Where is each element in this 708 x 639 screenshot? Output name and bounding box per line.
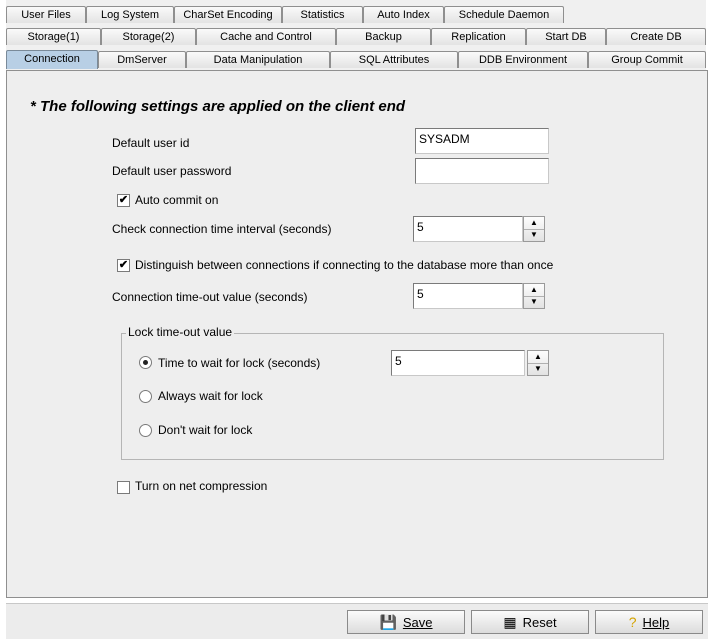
tab-cache-and-control[interactable]: Cache and Control bbox=[196, 28, 336, 45]
tab-backup[interactable]: Backup bbox=[336, 28, 431, 45]
tab-group-commit[interactable]: Group Commit bbox=[588, 51, 706, 68]
reset-button-label: Reset bbox=[522, 614, 557, 630]
lock-wait-spinner[interactable]: ▲ ▼ bbox=[527, 350, 549, 376]
default-user-id-field[interactable]: SYSADM bbox=[415, 128, 549, 154]
default-user-password-field[interactable] bbox=[415, 158, 549, 184]
spinner-down-icon[interactable]: ▼ bbox=[524, 296, 544, 308]
save-button-label: Save bbox=[402, 614, 433, 630]
tab-ddb-environment[interactable]: DDB Environment bbox=[458, 51, 588, 68]
distinguish-connections-checkbox[interactable]: ✔ bbox=[117, 259, 130, 272]
tab-storage-2[interactable]: Storage(2) bbox=[101, 28, 196, 45]
lock-dont-wait-label: Don't wait for lock bbox=[158, 423, 253, 437]
default-user-id-label: Default user id bbox=[112, 136, 190, 150]
check-interval-field[interactable]: 5 bbox=[413, 216, 523, 242]
help-button-label: Help bbox=[642, 614, 670, 630]
tab-connection[interactable]: Connection bbox=[6, 50, 98, 69]
tab-start-db[interactable]: Start DB bbox=[526, 28, 606, 45]
lock-wait-field[interactable]: 5 bbox=[391, 350, 525, 376]
check-interval-spinner[interactable]: ▲ ▼ bbox=[523, 216, 545, 242]
default-user-password-label: Default user password bbox=[112, 164, 232, 178]
tab-charset-encoding[interactable]: CharSet Encoding bbox=[174, 6, 282, 23]
reset-button[interactable]: ▦ Reset bbox=[471, 610, 589, 634]
tab-data-manipulation[interactable]: Data Manipulation bbox=[186, 51, 330, 68]
net-compression-label: Turn on net compression bbox=[135, 479, 268, 493]
connection-timeout-field[interactable]: 5 bbox=[413, 283, 523, 309]
spinner-down-icon[interactable]: ▼ bbox=[528, 363, 548, 375]
connection-timeout-label: Connection time-out value (seconds) bbox=[112, 290, 308, 304]
tab-statistics[interactable]: Statistics bbox=[282, 6, 363, 23]
lock-always-wait-radio[interactable] bbox=[139, 390, 152, 403]
tab-dmserver[interactable]: DmServer bbox=[98, 51, 186, 68]
tab-user-files[interactable]: User Files bbox=[6, 6, 86, 23]
tab-auto-index[interactable]: Auto Index bbox=[363, 6, 444, 23]
save-button[interactable]: 💾 Save bbox=[347, 610, 465, 634]
lock-wait-radio[interactable] bbox=[139, 356, 152, 369]
panel-heading: * The following settings are applied on … bbox=[30, 98, 406, 115]
reset-icon: ▦ bbox=[503, 613, 517, 630]
spinner-down-icon[interactable]: ▼ bbox=[524, 229, 544, 241]
auto-commit-label: Auto commit on bbox=[135, 193, 219, 207]
help-button[interactable]: ? Help bbox=[595, 610, 703, 634]
lock-always-wait-label: Always wait for lock bbox=[158, 389, 263, 403]
tab-replication[interactable]: Replication bbox=[431, 28, 526, 45]
tab-storage-1[interactable]: Storage(1) bbox=[6, 28, 101, 45]
tab-schedule-daemon[interactable]: Schedule Daemon bbox=[444, 6, 564, 23]
tab-create-db[interactable]: Create DB bbox=[606, 28, 706, 45]
distinguish-connections-label: Distinguish between connections if conne… bbox=[135, 258, 554, 272]
tab-log-system[interactable]: Log System bbox=[86, 6, 174, 23]
lock-timeout-group-title: Lock time-out value bbox=[126, 325, 235, 339]
help-question-icon: ? bbox=[628, 614, 637, 630]
tab-sql-attributes[interactable]: SQL Attributes bbox=[330, 51, 458, 68]
lock-wait-label: Time to wait for lock (seconds) bbox=[158, 356, 321, 370]
net-compression-checkbox[interactable] bbox=[117, 481, 130, 494]
auto-commit-checkbox[interactable]: ✔ bbox=[117, 194, 130, 207]
check-interval-label: Check connection time interval (seconds) bbox=[112, 222, 332, 236]
lock-dont-wait-radio[interactable] bbox=[139, 424, 152, 437]
connection-timeout-spinner[interactable]: ▲ ▼ bbox=[523, 283, 545, 309]
save-disk-icon: 💾 bbox=[379, 613, 397, 630]
